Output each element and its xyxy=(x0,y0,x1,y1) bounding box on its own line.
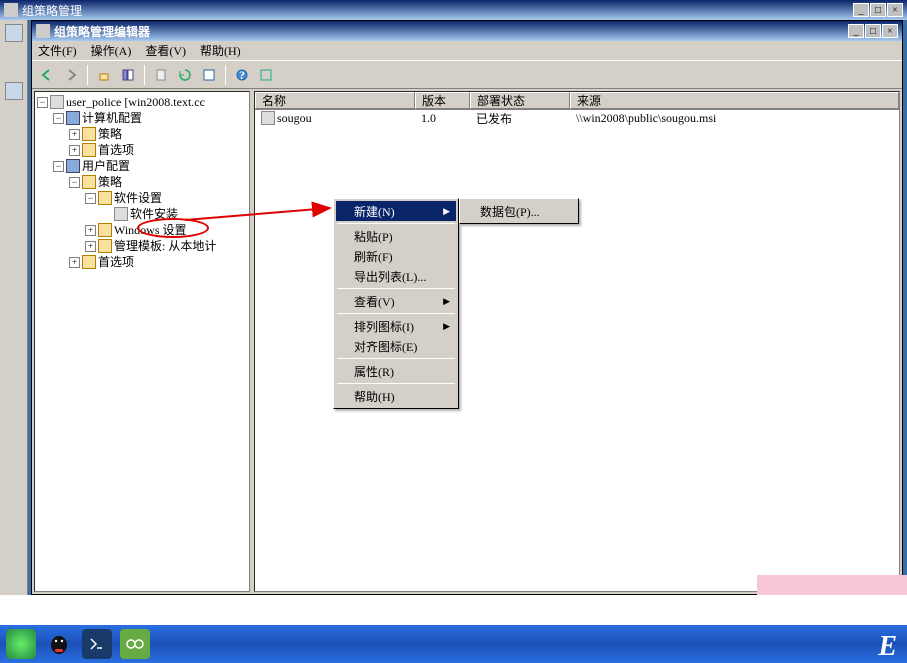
tree-software-install[interactable]: 软件安装 xyxy=(101,206,247,222)
parent-close-button[interactable]: × xyxy=(887,3,903,17)
taskbar-vm-icon[interactable] xyxy=(120,629,150,659)
taskbar-powershell-icon[interactable] xyxy=(82,629,112,659)
refresh-button[interactable] xyxy=(174,64,196,86)
tree-pane[interactable]: −user_police [win2008.text.cc −计算机配置 +策略… xyxy=(34,91,250,592)
tree-user-config[interactable]: −用户配置 xyxy=(53,158,247,174)
tree-root[interactable]: −user_police [win2008.text.cc xyxy=(37,94,247,110)
ctx-align[interactable]: 对齐图标(E) xyxy=(336,336,456,356)
menubar: 文件(F) 操作(A) 查看(V) 帮助(H) xyxy=(32,41,902,61)
forward-button[interactable] xyxy=(60,64,82,86)
col-version[interactable]: 版本 xyxy=(415,92,470,109)
ctx-properties[interactable]: 属性(R) xyxy=(336,361,456,381)
svg-text:?: ? xyxy=(239,68,245,82)
col-source[interactable]: 来源 xyxy=(570,92,899,109)
tree-windows-settings[interactable]: +Windows 设置 xyxy=(85,222,247,238)
delete-button[interactable] xyxy=(150,64,172,86)
editor-close-button[interactable]: × xyxy=(882,24,898,38)
parent-window-title: 组策略管理 xyxy=(22,2,853,19)
package-icon xyxy=(261,111,275,125)
tree-user-prefs[interactable]: +首选项 xyxy=(69,254,247,270)
tree-admin-templates[interactable]: +管理模板: 从本地计 xyxy=(85,238,247,254)
taskbar-qq-icon[interactable] xyxy=(44,629,74,659)
parent-tree-icon[interactable] xyxy=(5,24,23,42)
tree-computer-prefs[interactable]: +首选项 xyxy=(69,142,247,158)
back-button[interactable] xyxy=(36,64,58,86)
submenu-arrow-icon: ▶ xyxy=(443,206,450,217)
editor-titlebar: 组策略管理编辑器 _ □ × xyxy=(32,21,902,41)
tree-computer-policies[interactable]: +策略 xyxy=(69,126,247,142)
help-button[interactable]: ? xyxy=(231,64,253,86)
decoration-white xyxy=(0,595,907,625)
parent-window-icon xyxy=(4,3,18,17)
context-menu: 新建(N)▶ 粘贴(P) 刷新(F) 导出列表(L)... 查看(V)▶ 排列图… xyxy=(333,198,459,409)
parent-window-titlebar: 组策略管理 _ □ × xyxy=(0,0,907,20)
cell-deploy: 已发布 xyxy=(470,110,570,126)
cell-name: sougou xyxy=(277,111,312,126)
ctx-new[interactable]: 新建(N)▶ xyxy=(336,201,456,221)
taskbar: E xyxy=(0,625,907,663)
editor-maximize-button[interactable]: □ xyxy=(865,24,881,38)
up-button[interactable] xyxy=(93,64,115,86)
ctx-arrange[interactable]: 排列图标(I)▶ xyxy=(336,316,456,336)
menu-file[interactable]: 文件(F) xyxy=(38,42,77,59)
list-row[interactable]: sougou 1.0 已发布 \\win2008\public\sougou.m… xyxy=(255,110,899,126)
start-button[interactable] xyxy=(6,629,36,659)
tree-software-settings[interactable]: −软件设置 xyxy=(85,190,247,206)
decoration-pink xyxy=(757,575,907,595)
context-submenu: 数据包(P)... xyxy=(459,198,579,224)
col-name[interactable]: 名称 xyxy=(255,92,415,109)
editor-window-title: 组策略管理编辑器 xyxy=(54,23,848,40)
ctx-package[interactable]: 数据包(P)... xyxy=(462,201,576,221)
menu-action[interactable]: 操作(A) xyxy=(91,42,132,59)
tree-user-policies[interactable]: −策略 xyxy=(69,174,247,190)
parent-maximize-button[interactable]: □ xyxy=(870,3,886,17)
ctx-help[interactable]: 帮助(H) xyxy=(336,386,456,406)
parent-tree-icon-2[interactable] xyxy=(5,82,23,100)
ctx-export[interactable]: 导出列表(L)... xyxy=(336,266,456,286)
list-header: 名称 版本 部署状态 来源 xyxy=(255,92,899,110)
show-hide-tree-button[interactable] xyxy=(117,64,139,86)
cell-source: \\win2008\public\sougou.msi xyxy=(570,110,899,126)
taskbar-logo-swoosh: E xyxy=(878,631,907,663)
col-deploy[interactable]: 部署状态 xyxy=(470,92,570,109)
cell-version: 1.0 xyxy=(415,110,470,126)
gpo-editor-window: 组策略管理编辑器 _ □ × 文件(F) 操作(A) 查看(V) 帮助(H) ?… xyxy=(31,20,903,595)
menu-view[interactable]: 查看(V) xyxy=(145,42,186,59)
export-button[interactable] xyxy=(198,64,220,86)
menu-help[interactable]: 帮助(H) xyxy=(200,42,241,59)
tree-computer-config[interactable]: −计算机配置 xyxy=(53,110,247,126)
toolbar: ? xyxy=(32,61,902,89)
properties-button[interactable] xyxy=(255,64,277,86)
editor-minimize-button[interactable]: _ xyxy=(848,24,864,38)
ctx-paste[interactable]: 粘贴(P) xyxy=(336,226,456,246)
editor-window-icon xyxy=(36,24,50,38)
parent-minimize-button[interactable]: _ xyxy=(853,3,869,17)
ctx-refresh[interactable]: 刷新(F) xyxy=(336,246,456,266)
parent-left-panel xyxy=(0,20,28,595)
ctx-view[interactable]: 查看(V)▶ xyxy=(336,291,456,311)
submenu-arrow-icon: ▶ xyxy=(443,321,450,332)
submenu-arrow-icon: ▶ xyxy=(443,296,450,307)
